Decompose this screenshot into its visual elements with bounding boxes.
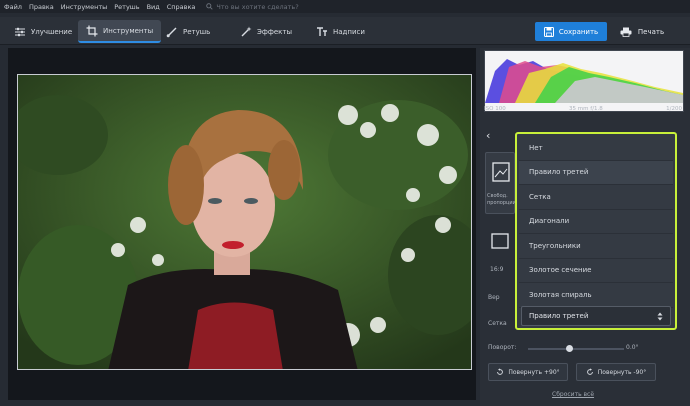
updown-arrows-icon [657,312,663,320]
menu-edit[interactable]: Правка [29,3,54,11]
search-box[interactable]: Что вы хотите сделать? [206,2,299,11]
dropdown-option-triangles[interactable]: Треугольники [519,234,673,259]
histogram [484,50,684,112]
grid-select-value: Правило третей [529,312,589,320]
ratio-icon [491,233,509,249]
save-button[interactable]: Сохранить [535,22,607,41]
dropdown-option-grid[interactable]: Сетка [519,185,673,210]
sliders-icon [15,27,25,36]
dropdown-option-golden-spiral[interactable]: Золотая спираль [519,283,673,308]
rotate-left-icon [497,368,504,375]
dropdown-option-golden-ratio[interactable]: Золотое сечение [519,259,673,283]
tab-text-label: Надписи [333,27,365,36]
print-button[interactable]: Печать [612,22,672,41]
rotate-minus-90-button[interactable]: Повернуть -90° [576,363,656,381]
tab-enhance[interactable]: Улучшение [6,20,80,43]
shutter-value: 1/200 [666,106,682,112]
tab-effects[interactable]: Эффекты [232,20,300,43]
tab-tools[interactable]: Инструменты [78,20,162,43]
rotate-minus-90-label: Повернуть -90° [597,368,647,376]
lens-value: 35 mm f/1.8 [569,106,603,112]
exif-info: ISO 100 35 mm f/1.8 1/200 [484,106,682,112]
dropdown-option-diagonals[interactable]: Диагонали [519,210,673,234]
preset-free-label: Свобод. пропорции [487,193,516,206]
checkbox-label[interactable]: Вер [488,294,500,301]
menu-retouch[interactable]: Ретушь [114,3,139,11]
rotate-plus-90-label: Повернуть +90° [508,368,560,376]
grid-overlay-dropdown[interactable]: Нет Правило третей Сетка Диагонали Треуг… [515,132,677,330]
search-icon [206,3,214,10]
preset-free-ratio[interactable]: Свобод. пропорции [485,152,516,214]
preset-16-9[interactable]: 16:9 [485,224,515,286]
preset-16-9-label: 16:9 [490,266,504,273]
free-crop-icon [492,162,510,182]
crop-icon [86,25,98,36]
brush-icon [166,27,177,37]
search-placeholder: Что вы хотите сделать? [216,2,299,11]
rotation-slider-thumb[interactable] [566,345,573,352]
dropdown-options: Нет Правило третей Сетка Диагонали Треуг… [519,136,673,308]
floppy-disk-icon [543,26,554,37]
dropdown-option-rule-of-thirds[interactable]: Правило третей [519,160,673,185]
menu-help[interactable]: Справка [167,3,196,11]
save-button-label: Сохранить [558,27,599,36]
iso-value: ISO 100 [484,106,506,112]
image-canvas[interactable] [8,48,476,400]
back-arrow-icon[interactable]: ‹ [486,130,498,142]
grid-select[interactable]: Правило третей [521,306,671,326]
rotation-value: 0.0° [626,344,639,351]
menu-view[interactable]: Вид [147,3,160,11]
tab-enhance-label: Улучшение [31,27,73,36]
photo[interactable] [17,74,472,370]
rotate-right-icon [586,368,593,375]
magic-wand-icon [241,26,252,36]
reset-all-link[interactable]: Сбросить всё [552,391,594,398]
histogram-graph [485,51,683,103]
tab-effects-label: Эффекты [257,27,292,36]
rotation-slider-track[interactable] [528,348,624,350]
print-button-label: Печать [637,27,665,36]
menu-bar: Файл Правка Инструменты Ретушь Вид Справ… [0,0,690,13]
tab-tools-label: Инструменты [103,26,154,35]
menu-tools[interactable]: Инструменты [61,3,108,11]
rotation-label: Поворот: [488,344,517,351]
rotate-plus-90-button[interactable]: Повернуть +90° [488,363,568,381]
printer-icon [620,27,632,37]
tab-text[interactable]: Надписи [308,20,373,43]
tab-retouch[interactable]: Ретушь [158,20,218,43]
text-icon [317,26,327,36]
grid-label: Сетка [488,320,507,327]
menu-file[interactable]: Файл [4,3,22,11]
photo-image [18,75,471,369]
tab-retouch-label: Ретушь [183,27,211,36]
dropdown-option-none[interactable]: Нет [519,136,673,161]
